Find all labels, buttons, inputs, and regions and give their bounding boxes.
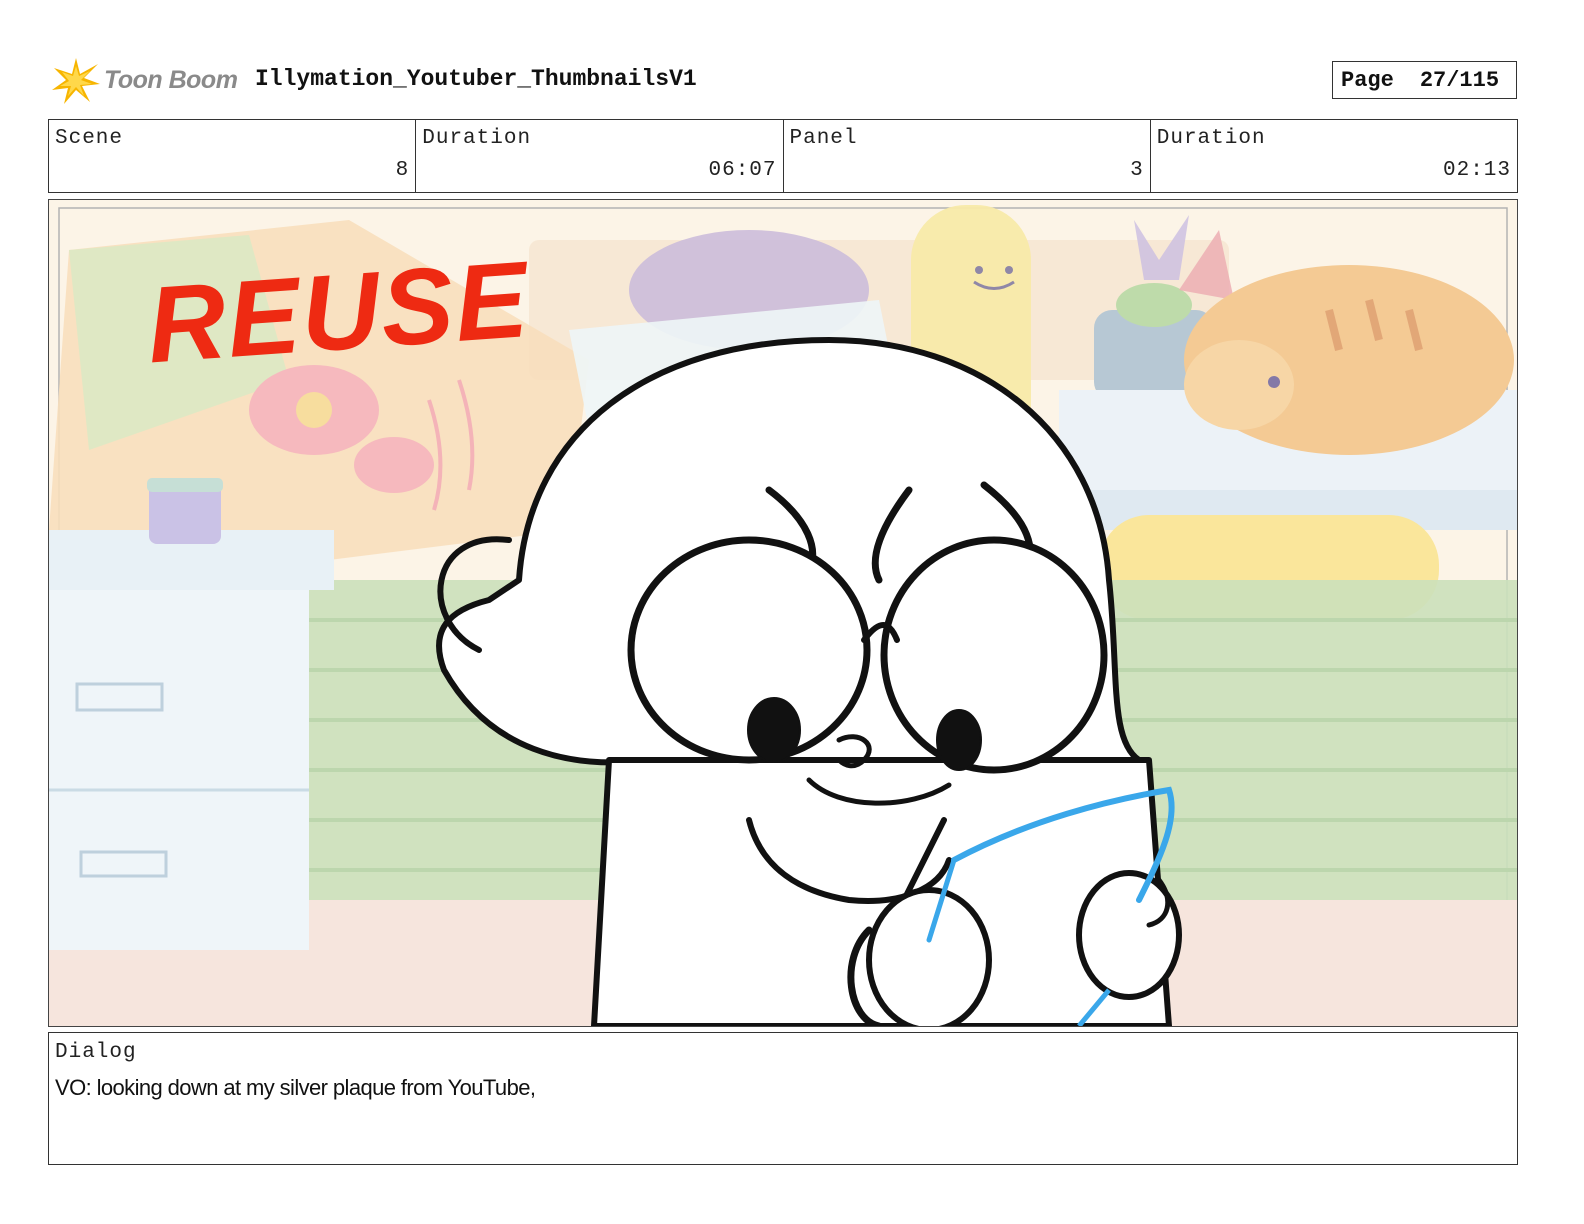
scene-info-table: Scene 8 Duration 06:07 Panel 3 Duration … [48, 119, 1518, 193]
panel-duration-cell: Duration 02:13 [1151, 120, 1517, 192]
scene-value: 8 [395, 159, 410, 182]
starburst-logo-icon [52, 58, 100, 104]
page-label: Page [1341, 67, 1394, 93]
logo-wordmark: Toon Boom [104, 66, 238, 94]
scene-duration-cell: Duration 06:07 [416, 120, 784, 192]
panel-value: 3 [1130, 159, 1144, 182]
page-indicator: Page 27/115 [1332, 61, 1517, 99]
scene-label: Scene [55, 127, 124, 150]
panel-duration-label: Duration [1156, 127, 1266, 150]
scene-duration-label: Duration [422, 127, 532, 150]
storyboard-panel: REUSE [48, 199, 1518, 1027]
panel-illustration: REUSE [49, 200, 1517, 1026]
project-title: Illymation_Youtuber_ThumbnailsV1 [255, 66, 697, 92]
panel-cell: Panel 3 [784, 120, 1151, 192]
scene-duration-value: 06:07 [708, 159, 777, 182]
panel-label: Panel [789, 127, 858, 150]
scene-cell: Scene 8 [49, 120, 417, 192]
page-number: 27/115 [1419, 67, 1500, 93]
dialog-label: Dialog [55, 1041, 137, 1064]
panel-duration-value: 02:13 [1442, 159, 1511, 182]
dialog-box: Dialog VO: looking down at my silver pla… [48, 1032, 1518, 1165]
dialog-text: VO: looking down at my silver plaque fro… [55, 1075, 536, 1100]
toon-boom-logo: Toon Boom [50, 56, 240, 106]
